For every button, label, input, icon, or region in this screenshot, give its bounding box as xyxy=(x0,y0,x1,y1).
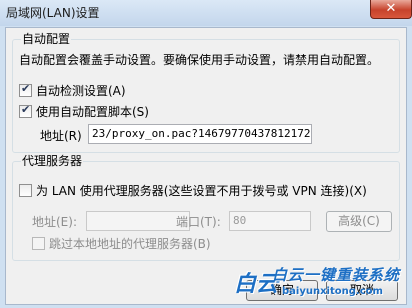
watermark-url: baiyunxitong.com xyxy=(282,286,383,297)
bypass-local-checkbox[interactable] xyxy=(32,237,45,250)
watermark-brand: 白云一键重装系统 xyxy=(272,266,401,284)
use-proxy-checkbox[interactable] xyxy=(19,184,32,197)
proxy-port-label: 端口(T): xyxy=(176,215,221,229)
use-script-checkbox[interactable] xyxy=(19,103,32,118)
window-title: 局域网(LAN)设置 xyxy=(6,6,100,20)
auto-config-description: 自动配置会覆盖手动设置。要确保使用手动设置，请禁用自动配置。 xyxy=(19,53,380,67)
auto-detect-checkbox[interactable] xyxy=(19,82,32,97)
close-button[interactable]: ✕ xyxy=(370,0,412,19)
title-bar: 局域网(LAN)设置 ✕ xyxy=(0,0,412,26)
use-proxy-label[interactable]: 为 LAN 使用代理服务器(这些设置不用于拨号或 VPN 连接)(X) xyxy=(36,184,367,198)
auto-detect-label[interactable]: 自动检测设置(A) xyxy=(36,84,126,98)
bypass-local-label[interactable]: 跳过本地地址的代理服务器(B) xyxy=(49,237,211,251)
proxy-address-label: 地址(E): xyxy=(32,215,77,229)
use-script-label[interactable]: 使用自动配置脚本(S) xyxy=(36,105,149,119)
script-address-input[interactable]: 23/proxy_on.pac?1467977043781217200 xyxy=(88,124,312,144)
proxy-group-title: 代理服务器 xyxy=(21,154,84,168)
script-address-label: 地址(R) xyxy=(40,129,82,143)
proxy-port-input[interactable]: 80 xyxy=(229,211,311,231)
auto-config-group-title: 自动配置 xyxy=(21,32,72,46)
proxy-address-input[interactable] xyxy=(86,211,190,231)
close-icon: ✕ xyxy=(385,1,397,16)
advanced-button[interactable]: 高级(C) xyxy=(326,211,392,232)
watermark: 白云 白云一键重装系统 baiyunxitong.com xyxy=(232,262,412,308)
